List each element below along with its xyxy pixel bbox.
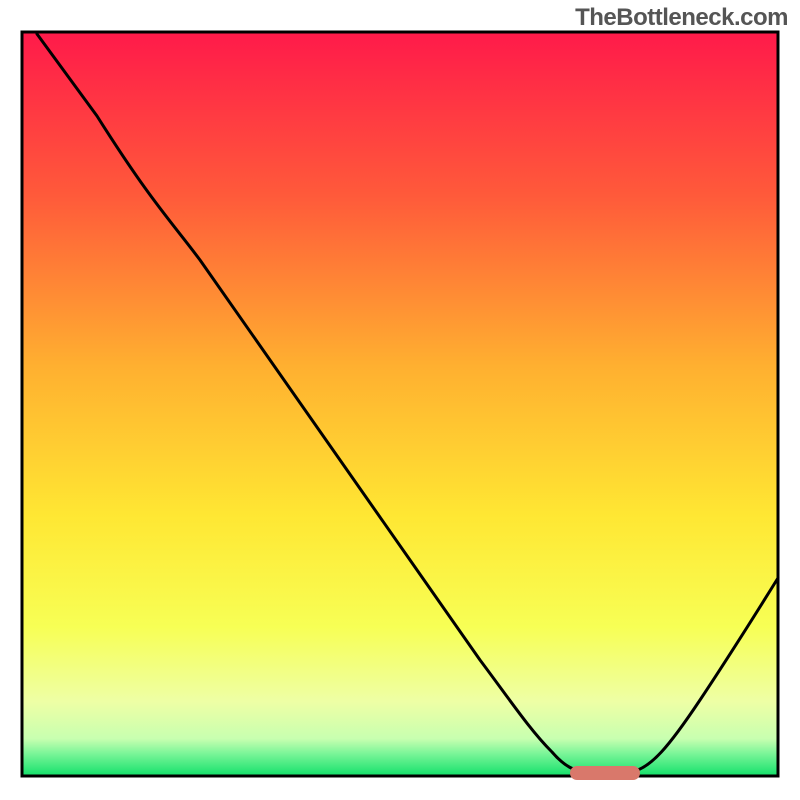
plot-background xyxy=(22,32,778,776)
chart-container: TheBottleneck.com xyxy=(0,0,800,800)
bottleneck-chart xyxy=(0,0,800,800)
optimal-marker xyxy=(570,766,640,780)
watermark-text: TheBottleneck.com xyxy=(575,4,788,32)
